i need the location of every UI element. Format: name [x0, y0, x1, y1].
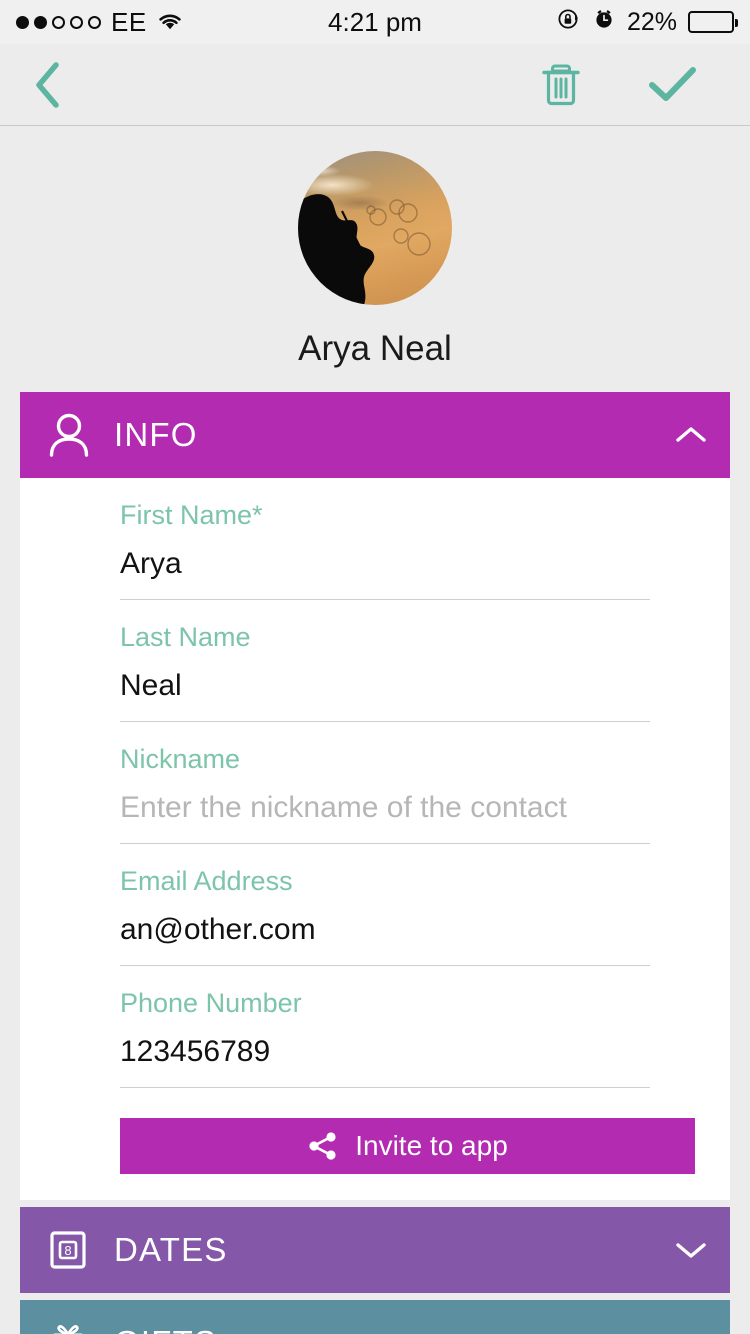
delete-contact-button[interactable] — [538, 60, 584, 110]
email-input[interactable]: an@other.com — [120, 913, 650, 966]
section-label-info: INFO — [114, 416, 198, 453]
signal-dot-2 — [34, 15, 47, 29]
field-first-name: First Name* Arya — [120, 478, 650, 600]
signal-dot-1 — [16, 15, 29, 29]
section-label-gifts: GIFTS — [114, 1324, 217, 1334]
first-name-input[interactable]: Arya — [120, 547, 650, 600]
share-icon — [307, 1130, 339, 1162]
field-label: Email Address — [120, 866, 293, 896]
calendar-icon: 8 — [48, 1228, 94, 1272]
phone-input[interactable]: 123456789 — [120, 1035, 650, 1088]
profile-header: Arya Neal — [0, 126, 750, 369]
rotation-lock-icon — [557, 7, 581, 38]
svg-text:8: 8 — [64, 1243, 71, 1258]
app-screen: EE 4:21 pm 22% Arya Neal INFO First Name… — [0, 0, 750, 1334]
status-bar-left: EE — [16, 7, 183, 38]
field-label: Phone Number — [120, 988, 302, 1018]
contact-name: Arya Neal — [298, 329, 452, 368]
wifi-icon — [157, 12, 183, 32]
chevron-down-icon[interactable] — [674, 1239, 708, 1261]
section-header-info[interactable]: INFO — [20, 392, 730, 478]
field-last-name: Last Name Neal — [120, 600, 650, 722]
invite-to-app-button[interactable]: Invite to app — [120, 1118, 695, 1174]
signal-dot-5 — [88, 15, 101, 29]
field-nickname: Nickname Enter the nickname of the conta… — [120, 722, 650, 844]
battery-percent-label: 22% — [626, 7, 677, 36]
field-label: Nickname — [120, 744, 241, 774]
last-name-input[interactable]: Neal — [120, 669, 650, 722]
carrier-label: EE — [111, 6, 147, 37]
save-contact-button[interactable] — [646, 62, 700, 108]
person-icon — [48, 412, 94, 458]
avatar[interactable] — [298, 151, 452, 305]
section-header-dates[interactable]: 8 DATES — [20, 1207, 730, 1293]
navigation-actions — [538, 60, 722, 110]
chevron-up-icon[interactable] — [674, 424, 708, 446]
signal-dot-4 — [70, 15, 83, 29]
gift-icon — [48, 1321, 94, 1334]
battery-icon — [688, 11, 738, 33]
status-bar: EE 4:21 pm 22% — [0, 0, 750, 44]
section-header-gifts[interactable]: GIFTS — [20, 1300, 730, 1334]
alarm-clock-icon — [592, 7, 616, 38]
back-button[interactable] — [28, 59, 68, 111]
invite-to-app-label: Invite to app — [355, 1130, 508, 1161]
navigation-bar — [0, 44, 750, 126]
field-label: Last Name — [120, 622, 251, 652]
field-phone: Phone Number 123456789 — [120, 966, 650, 1088]
signal-dot-3 — [52, 15, 65, 29]
section-body-info: First Name* Arya Last Name Neal Nickname… — [20, 478, 730, 1200]
avatar-silhouette — [298, 194, 431, 305]
sections-list: INFO First Name* Arya Last Name Neal Nic… — [0, 392, 750, 1334]
section-label-dates: DATES — [114, 1231, 228, 1268]
field-label: First Name* — [120, 500, 263, 530]
status-bar-right: 22% — [557, 7, 738, 38]
field-email: Email Address an@other.com — [120, 844, 650, 966]
nickname-input[interactable]: Enter the nickname of the contact — [120, 791, 650, 844]
signal-strength-indicator — [16, 15, 101, 29]
